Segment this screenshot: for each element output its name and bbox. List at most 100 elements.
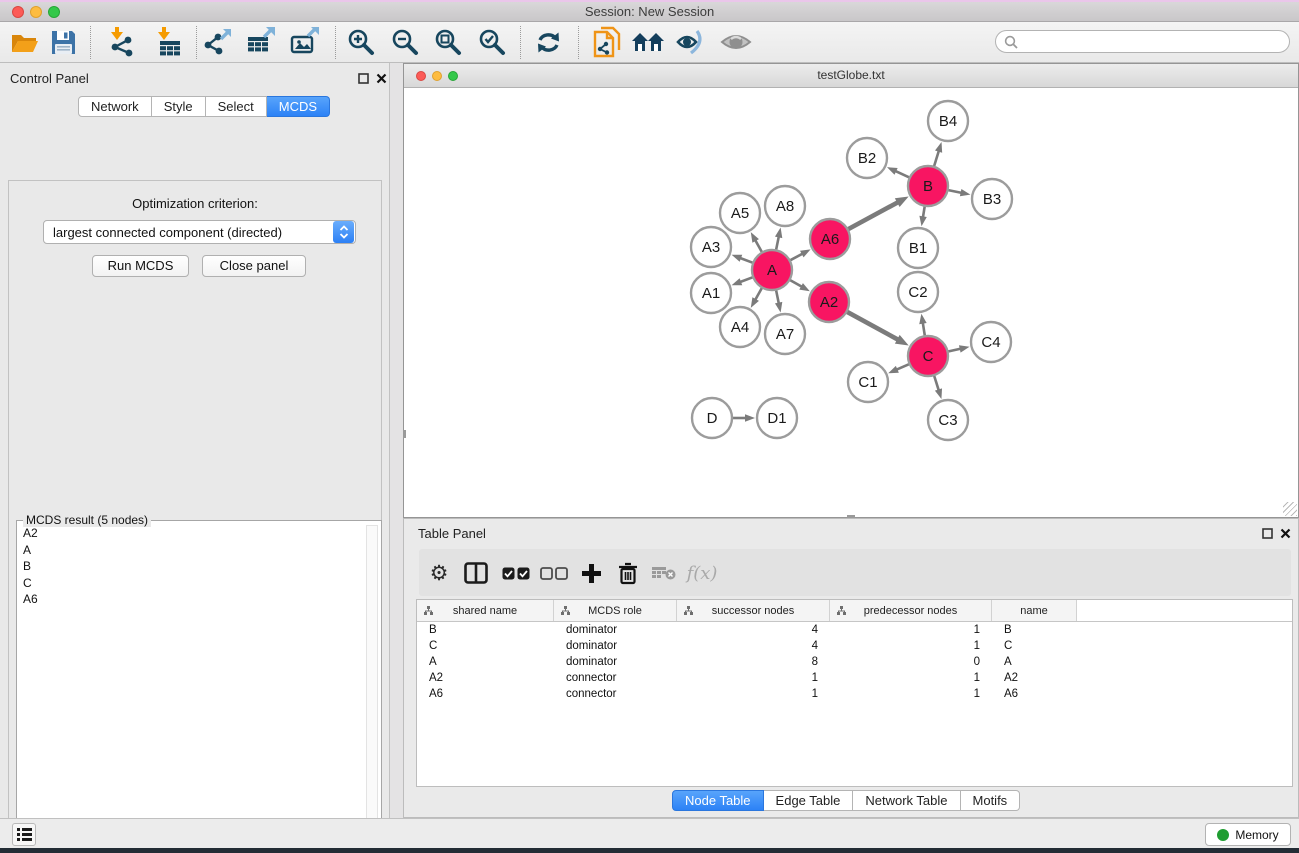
graph-edge-A2-C[interactable] <box>847 312 909 346</box>
tab-select[interactable]: Select <box>206 96 267 117</box>
graph-node-B4[interactable]: B4 <box>928 101 968 141</box>
export-image-icon[interactable] <box>288 25 322 59</box>
table-cell[interactable]: dominator <box>554 640 677 652</box>
graph-edge-B-B4[interactable] <box>934 142 942 167</box>
network-from-file-icon[interactable] <box>590 25 624 59</box>
table-cell[interactable]: 1 <box>830 640 992 652</box>
task-history-button[interactable] <box>12 823 36 846</box>
export-table-icon[interactable] <box>244 25 278 59</box>
graph-node-C1[interactable]: C1 <box>848 362 888 402</box>
close-panel-button[interactable]: Close panel <box>202 255 306 277</box>
table-cell[interactable]: C <box>417 640 554 652</box>
table-cell[interactable]: 0 <box>830 656 992 668</box>
table-cell[interactable]: connector <box>554 672 677 684</box>
table-row[interactable]: Bdominator41B <box>417 622 1292 638</box>
table-row[interactable]: Cdominator41C <box>417 638 1292 654</box>
table-row[interactable]: A2connector11A2 <box>417 670 1292 686</box>
graph-node-C3[interactable]: C3 <box>928 400 968 440</box>
import-table-icon[interactable] <box>151 25 185 59</box>
search-input[interactable] <box>1022 35 1289 49</box>
home-icon[interactable] <box>631 25 665 59</box>
zoom-in-icon[interactable] <box>344 25 378 59</box>
mcds-result-item[interactable]: B <box>19 558 365 575</box>
result-scrollbar[interactable] <box>366 525 378 853</box>
tab-motifs[interactable]: Motifs <box>961 790 1021 811</box>
column-header-shared-name[interactable]: shared name <box>417 600 554 621</box>
graph-edge-C-C3[interactable] <box>934 375 942 399</box>
criterion-dropdown[interactable]: largest connected component (directed) <box>43 220 356 244</box>
graph-edge-A-A8[interactable] <box>775 228 782 251</box>
zoom-fit-icon[interactable] <box>431 25 465 59</box>
graph-node-A2[interactable]: A2 <box>809 282 849 322</box>
graph-node-D[interactable]: D <box>692 398 732 438</box>
minimize-network-window-button[interactable] <box>432 71 442 81</box>
graph-edge-A-A4[interactable] <box>751 287 762 307</box>
graph-edge-A-A1[interactable] <box>732 277 754 285</box>
graph-node-A5[interactable]: A5 <box>720 193 760 233</box>
node-table[interactable]: shared nameMCDS rolesuccessor nodesprede… <box>416 599 1293 787</box>
table-cell[interactable]: A6 <box>992 688 1077 700</box>
graph-node-C[interactable]: C <box>908 336 948 376</box>
show-graphics-details-icon[interactable] <box>719 25 753 59</box>
select-all-icon[interactable] <box>499 556 533 590</box>
minimize-window-button[interactable] <box>30 6 42 18</box>
close-table-panel-icon[interactable] <box>1280 527 1292 539</box>
table-cell[interactable]: connector <box>554 688 677 700</box>
column-header-name[interactable]: name <box>992 600 1077 621</box>
split-columns-icon[interactable] <box>459 556 493 590</box>
tab-network[interactable]: Network <box>78 96 152 117</box>
float-table-panel-icon[interactable] <box>1262 527 1274 539</box>
zoom-network-window-button[interactable] <box>448 71 458 81</box>
graph-edge-C-C4[interactable] <box>948 345 970 352</box>
graph-node-B3[interactable]: B3 <box>972 179 1012 219</box>
table-cell[interactable]: 1 <box>830 624 992 636</box>
graph-node-A[interactable]: A <box>752 250 792 290</box>
column-header-predecessor-nodes[interactable]: predecessor nodes <box>830 600 992 621</box>
graph-node-B[interactable]: B <box>908 166 948 206</box>
table-cell[interactable]: dominator <box>554 624 677 636</box>
deselect-all-icon[interactable] <box>537 556 571 590</box>
import-network-icon[interactable] <box>104 25 138 59</box>
tab-node-table[interactable]: Node Table <box>672 790 764 811</box>
table-cell[interactable]: B <box>992 624 1077 636</box>
graph-node-B1[interactable]: B1 <box>898 228 938 268</box>
network-canvas[interactable]: B4B2BB3A8A5A6A3B1AA1C2A2A4A7C4CC1C3DD1 <box>404 88 1298 517</box>
graph-edge-A-A2[interactable] <box>789 280 809 291</box>
mcds-result-list[interactable]: A2ABCA6 <box>19 525 365 853</box>
tab-style[interactable]: Style <box>152 96 206 117</box>
network-graph[interactable]: B4B2BB3A8A5A6A3B1AA1C2A2A4A7C4CC1C3DD1 <box>404 88 1298 517</box>
graph-edge-D-D1[interactable] <box>732 414 755 422</box>
mcds-result-item[interactable]: C <box>19 575 365 592</box>
refresh-icon[interactable] <box>531 25 565 59</box>
graph-node-A4[interactable]: A4 <box>720 307 760 347</box>
graph-node-A8[interactable]: A8 <box>765 186 805 226</box>
close-panel-icon[interactable] <box>376 72 388 84</box>
graph-edge-C-C1[interactable] <box>888 364 909 373</box>
close-network-window-button[interactable] <box>416 71 426 81</box>
zoom-window-button[interactable] <box>48 6 60 18</box>
zoom-out-icon[interactable] <box>388 25 422 59</box>
tab-edge-table[interactable]: Edge Table <box>764 790 854 811</box>
graph-edge-C-C2[interactable] <box>919 314 926 337</box>
graph-edge-B-B3[interactable] <box>948 189 971 196</box>
function-builder-icon[interactable]: f(x) <box>685 556 719 590</box>
table-cell[interactable]: 4 <box>677 624 830 636</box>
table-cell[interactable]: A6 <box>417 688 554 700</box>
gear-icon[interactable]: ⚙ <box>422 556 456 590</box>
tab-network-table[interactable]: Network Table <box>853 790 960 811</box>
table-cell[interactable]: A <box>417 656 554 668</box>
run-mcds-button[interactable]: Run MCDS <box>92 255 189 277</box>
table-cell[interactable]: 4 <box>677 640 830 652</box>
table-cell[interactable]: A2 <box>992 672 1077 684</box>
delete-table-icon[interactable] <box>647 556 681 590</box>
table-cell[interactable]: A2 <box>417 672 554 684</box>
resize-grip-icon[interactable] <box>1283 502 1297 516</box>
mcds-result-item[interactable]: A6 <box>19 591 365 608</box>
mcds-result-item[interactable]: A <box>19 542 365 559</box>
table-cell[interactable]: A <box>992 656 1077 668</box>
search-field[interactable] <box>995 30 1290 53</box>
table-cell[interactable]: B <box>417 624 554 636</box>
tab-mcds[interactable]: MCDS <box>267 96 330 117</box>
table-cell[interactable]: 1 <box>830 688 992 700</box>
graph-edge-A-A7[interactable] <box>775 290 782 313</box>
